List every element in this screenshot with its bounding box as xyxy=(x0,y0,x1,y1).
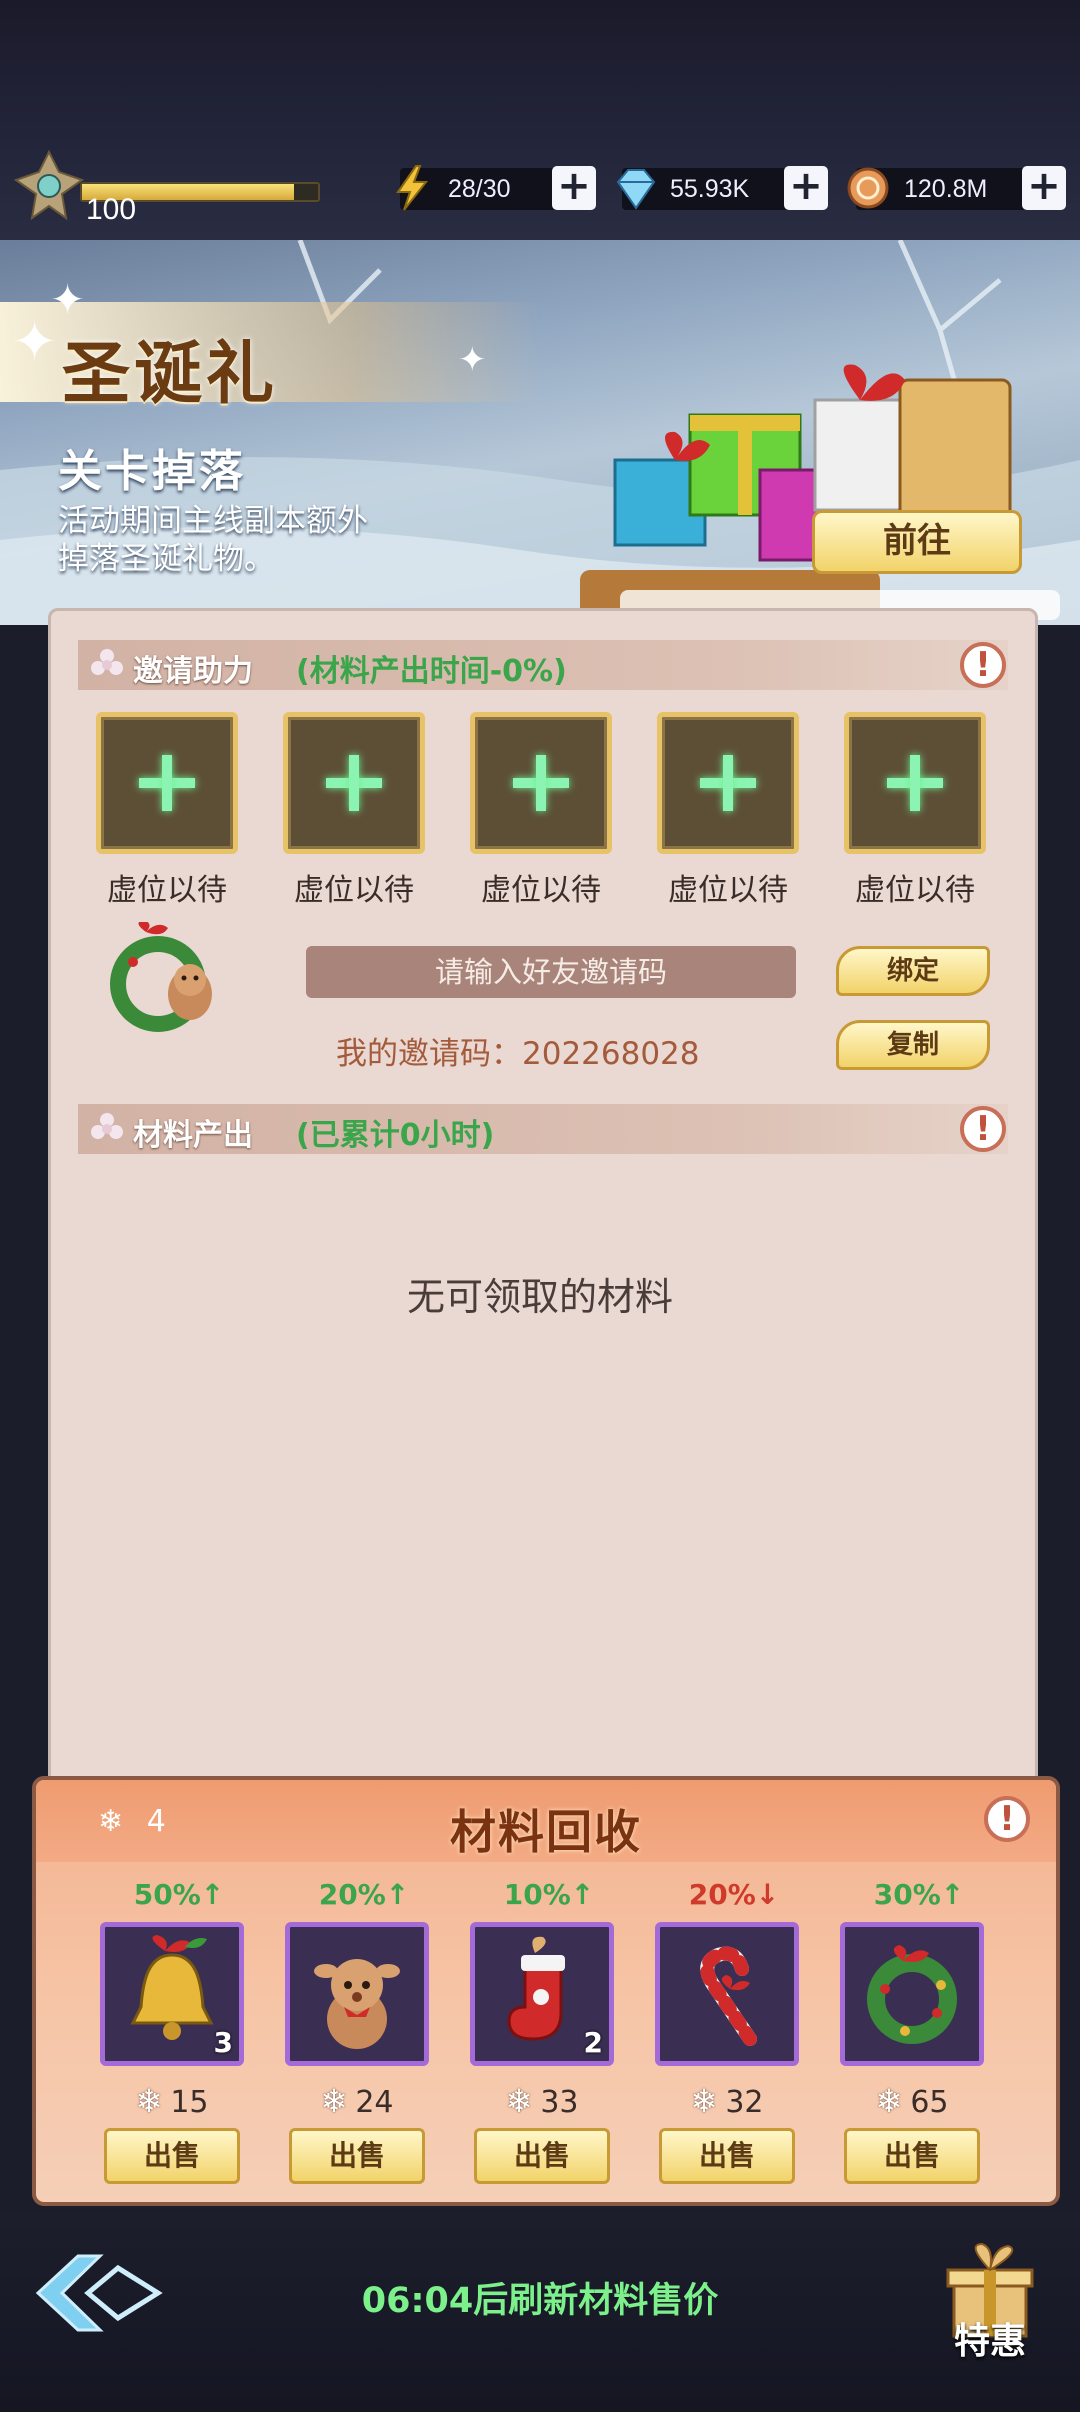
item-price: ❄ 65 xyxy=(875,2082,949,2120)
drop-description: 活动期间主线副本额外掉落圣诞礼物。 xyxy=(58,503,368,577)
item-price: ❄ 33 xyxy=(505,2082,579,2120)
item-price: ❄ 32 xyxy=(690,2082,764,2120)
copy-button[interactable]: 复制 xyxy=(836,1020,990,1070)
output-header-note: (已累计0小时) xyxy=(296,1118,495,1153)
invite-slot-label: 虚位以待 xyxy=(855,873,975,908)
item-quantity: 3 xyxy=(213,2026,233,2059)
invite-slot[interactable] xyxy=(283,712,425,854)
snowflake-icon: ❄ xyxy=(135,2082,163,2120)
crystal-resource: 55.93K + xyxy=(616,166,828,210)
gold-coin-icon xyxy=(847,167,889,209)
snowflake-icon: ❄ xyxy=(875,2082,903,2120)
add-gold-button[interactable]: + xyxy=(1022,166,1066,210)
invite-slot[interactable] xyxy=(657,712,799,854)
recycle-item[interactable]: 2 xyxy=(470,1922,614,2066)
empty-materials-text: 无可领取的材料 xyxy=(406,1275,673,1319)
sell-button[interactable]: 出售 xyxy=(289,2128,425,2184)
top-resource-bar: 100 28/30 + 55.93K + 120.8M + xyxy=(0,0,1080,240)
event-title: 圣诞礼 xyxy=(62,335,279,414)
invite-header-label: 邀请助力 xyxy=(133,654,253,689)
goto-button[interactable]: 前往 xyxy=(812,510,1022,574)
output-section-header: 材料产出 (已累计0小时) ! xyxy=(78,1104,1008,1154)
recycle-title: 材料回收 xyxy=(450,1805,642,1859)
sell-button[interactable]: 出售 xyxy=(659,2128,795,2184)
snowflake-icon: ❄ xyxy=(505,2082,533,2120)
output-header-label: 材料产出 xyxy=(133,1118,253,1153)
wreath-icon xyxy=(867,1945,957,2044)
price-change: 50%↑ xyxy=(133,1878,225,1911)
price-refresh-timer: 06:04后刷新材料售价 xyxy=(361,2281,719,2321)
reindeer-wreath-icon xyxy=(110,922,212,1032)
crystal-value: 55.93K xyxy=(670,175,750,203)
price-change: 30%↑ xyxy=(873,1878,965,1911)
item-price: ❄ 24 xyxy=(320,2082,394,2120)
invite-header-note: (材料产出时间-0%) xyxy=(296,654,567,689)
recycle-info-button[interactable]: ! xyxy=(984,1796,1030,1842)
add-energy-button[interactable]: + xyxy=(552,166,596,210)
reindeer-plush-icon xyxy=(314,1959,400,2049)
candy-cane-icon xyxy=(700,1946,757,2046)
sell-button[interactable]: 出售 xyxy=(844,2128,980,2184)
flower-icon xyxy=(91,649,123,675)
invite-info-button[interactable]: ! xyxy=(960,642,1006,688)
recycle-item[interactable] xyxy=(285,1922,429,2066)
item-quantity: 2 xyxy=(583,2026,603,2059)
snowflake-icon: ❄ xyxy=(320,2082,348,2120)
special-offer-label[interactable]: 特惠 xyxy=(930,2312,1050,2364)
invite-slot-label: 虚位以待 xyxy=(481,873,601,908)
gold-value: 120.8M xyxy=(904,175,988,203)
invite-slot-label: 虚位以待 xyxy=(668,873,788,908)
invite-slot-label: 虚位以待 xyxy=(294,873,414,908)
lightning-icon xyxy=(396,165,429,211)
sparkle-icon: ✦ xyxy=(458,340,487,380)
flower-icon xyxy=(91,1113,123,1139)
add-crystal-button[interactable]: + xyxy=(784,166,828,210)
bind-button[interactable]: 绑定 xyxy=(836,946,990,996)
my-invite-code: 我的邀请码：202268028 xyxy=(336,1036,700,1072)
invite-section-header: 邀请助力 (材料产出时间-0%) ! xyxy=(78,640,1008,690)
invite-slot-label: 虚位以待 xyxy=(107,873,227,908)
recycle-item[interactable] xyxy=(840,1922,984,2066)
player-level: 100 xyxy=(86,193,137,226)
sell-button[interactable]: 出售 xyxy=(474,2128,610,2184)
invite-slot[interactable] xyxy=(96,712,238,854)
gift-pile-icon xyxy=(580,364,1060,620)
event-banner: ✦ ✦ ✦ 圣诞礼 关卡掉落 活动期间主线副本额外掉落圣诞礼物。 前往 xyxy=(0,240,1080,625)
price-change: 20%↓ xyxy=(688,1878,780,1911)
price-change: 20%↑ xyxy=(318,1878,410,1911)
item-price: ❄ 15 xyxy=(135,2082,209,2120)
snowflake-icon: ❄ xyxy=(690,2082,718,2120)
price-change: 10%↑ xyxy=(503,1878,595,1911)
output-info-button[interactable]: ! xyxy=(960,1106,1006,1152)
invite-slot[interactable] xyxy=(844,712,986,854)
rank-emblem-icon xyxy=(14,150,84,220)
sell-button[interactable]: 出售 xyxy=(104,2128,240,2184)
drop-title: 关卡掉落 xyxy=(58,446,246,497)
gold-resource: 120.8M + xyxy=(847,166,1066,210)
sparkle-icon: ✦ xyxy=(12,310,58,373)
invite-code-input[interactable]: 请输入好友邀请码 xyxy=(306,946,796,998)
energy-resource: 28/30 + xyxy=(396,165,596,211)
invite-slot[interactable] xyxy=(470,712,612,854)
crystal-icon xyxy=(616,169,656,210)
recycle-item[interactable] xyxy=(655,1922,799,2066)
recycle-item[interactable]: 3 xyxy=(100,1922,244,2066)
energy-value: 28/30 xyxy=(448,175,511,203)
